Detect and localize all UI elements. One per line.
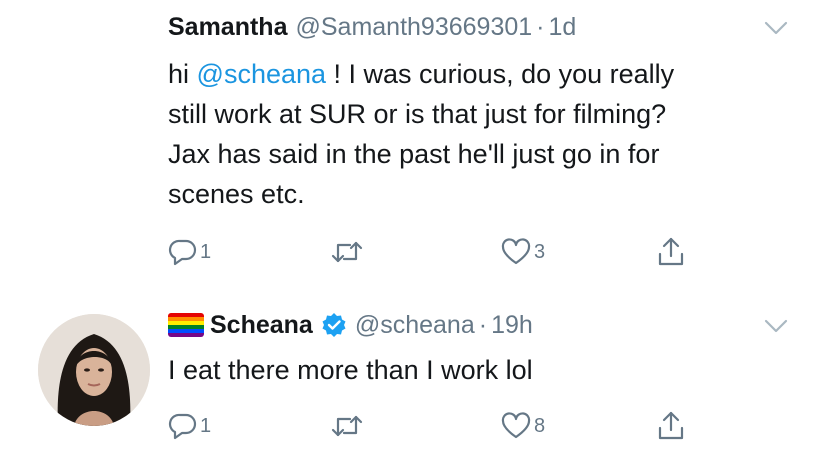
share-button[interactable] bbox=[656, 406, 686, 446]
avatar-image bbox=[38, 314, 150, 426]
chevron-down-icon[interactable] bbox=[762, 18, 790, 38]
heart-icon bbox=[501, 238, 531, 265]
share-button[interactable] bbox=[656, 232, 686, 272]
like-button[interactable]: 8 bbox=[500, 406, 545, 446]
tweet-text-line-3: Jax has said in the past he'll just go i… bbox=[168, 139, 660, 169]
verified-badge-icon bbox=[322, 313, 346, 337]
tweet-header: Scheana @scheana · 19h bbox=[168, 308, 533, 342]
like-button[interactable]: 3 bbox=[500, 232, 545, 272]
tweet-text-line-2: still work at SUR or is that just for fi… bbox=[168, 99, 667, 129]
reply-count: 1 bbox=[200, 240, 212, 263]
reply-button[interactable]: 1 bbox=[168, 232, 211, 272]
retweet-icon bbox=[331, 241, 363, 263]
share-icon bbox=[658, 237, 684, 266]
reply-icon bbox=[168, 413, 197, 440]
mention-link[interactable]: @scheana bbox=[197, 59, 327, 89]
chevron-down-icon[interactable] bbox=[762, 316, 790, 336]
like-count: 8 bbox=[534, 414, 546, 437]
heart-icon bbox=[501, 412, 531, 439]
retweet-icon bbox=[331, 415, 363, 437]
tweet-timestamp[interactable]: 1d bbox=[548, 13, 576, 42]
separator-dot: · bbox=[536, 12, 545, 41]
display-name[interactable]: Scheana bbox=[210, 311, 313, 340]
user-handle[interactable]: @scheana bbox=[355, 311, 475, 340]
tweet-header: Samantha @Samanth93669301 · 1d bbox=[168, 10, 576, 44]
tweet-text: hi @scheana ! I was curious, do you real… bbox=[168, 54, 788, 214]
user-handle[interactable]: @Samanth93669301 bbox=[295, 13, 532, 42]
tweet-actions: 1 8 bbox=[168, 406, 728, 446]
tweet-text-line-1: hi @scheana ! I was curious, do you real… bbox=[168, 59, 675, 89]
tweet-text: I eat there more than I work lol bbox=[168, 355, 533, 385]
tweet-scheana[interactable]: Scheana @scheana · 19h I eat there more … bbox=[0, 292, 828, 450]
tweet-text-line-4: scenes etc. bbox=[168, 179, 305, 209]
share-icon bbox=[658, 411, 684, 440]
separator-dot: · bbox=[478, 310, 488, 339]
avatar[interactable] bbox=[38, 314, 150, 426]
tweet-actions: 1 3 bbox=[168, 232, 728, 272]
reply-button[interactable]: 1 bbox=[168, 406, 211, 446]
reply-icon bbox=[168, 239, 197, 266]
reply-count: 1 bbox=[200, 414, 212, 437]
retweet-button[interactable] bbox=[330, 406, 366, 446]
like-count: 3 bbox=[534, 240, 546, 263]
retweet-button[interactable] bbox=[330, 232, 366, 272]
tweet-samantha[interactable]: Samantha @Samanth93669301 · 1d hi @schea… bbox=[0, 0, 828, 292]
display-name[interactable]: Samantha bbox=[168, 13, 287, 42]
tweet-timestamp[interactable]: 19h bbox=[491, 311, 533, 340]
rainbow-flag-icon bbox=[168, 313, 204, 337]
